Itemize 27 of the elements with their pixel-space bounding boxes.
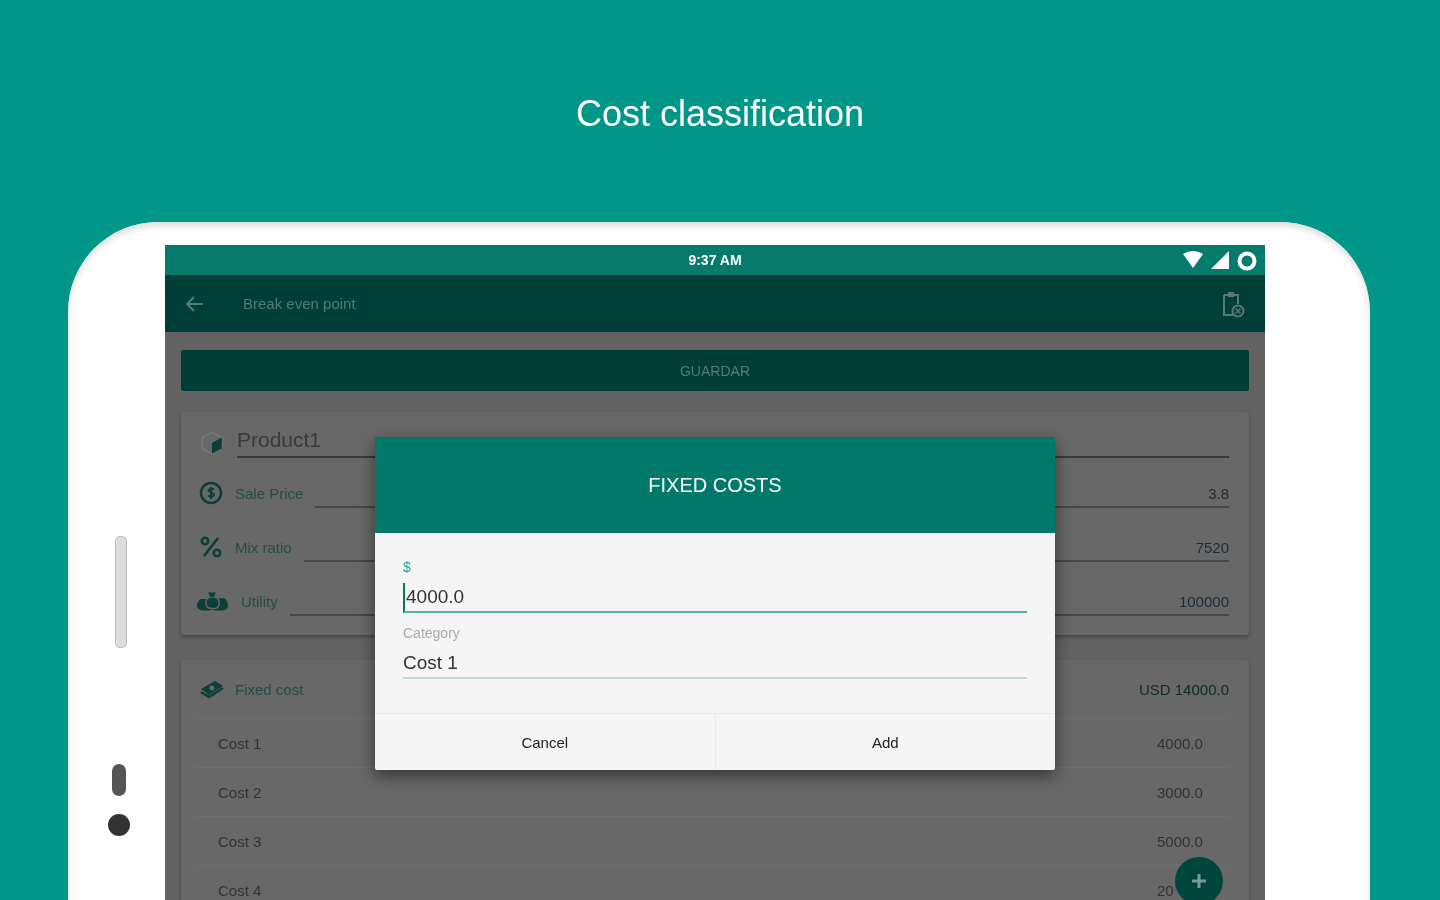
back-arrow-icon[interactable] [185,293,205,314]
battery-ring-icon [1237,251,1257,271]
field-label: Mix ratio [235,538,292,556]
amount-label: $ [403,558,412,577]
headline: Cost classification [575,93,865,134]
signal-icon [1211,251,1229,269]
camera-lens [108,814,130,836]
amount-field[interactable]: 4000.0 [403,583,1027,613]
field-label: Utility [241,592,278,610]
status-time: 9:37 AM [688,252,742,268]
save-button[interactable]: GUARDAR [181,350,1249,391]
wifi-icon [1183,251,1203,269]
category-label: Category [403,624,461,643]
dialog-title: FIXED COSTS [648,473,782,497]
total-amount: USD 14000.0 [1138,680,1229,698]
dollar-coin-icon [199,481,223,505]
dialog-button[interactable]: Cancel [375,714,715,770]
dialog-button[interactable]: Add [714,714,1055,770]
category-field[interactable]: Cost 1 [403,649,1027,679]
field-label: Sale Price [235,484,304,502]
section-title: Fixed cost [235,680,305,698]
percent-icon [199,535,223,559]
side-sensor [112,764,126,796]
clipboard-delete-icon[interactable] [1221,289,1245,318]
cube-icon [199,430,225,456]
plus-icon [1189,871,1209,891]
app-bar-title: Break even point [243,295,357,312]
